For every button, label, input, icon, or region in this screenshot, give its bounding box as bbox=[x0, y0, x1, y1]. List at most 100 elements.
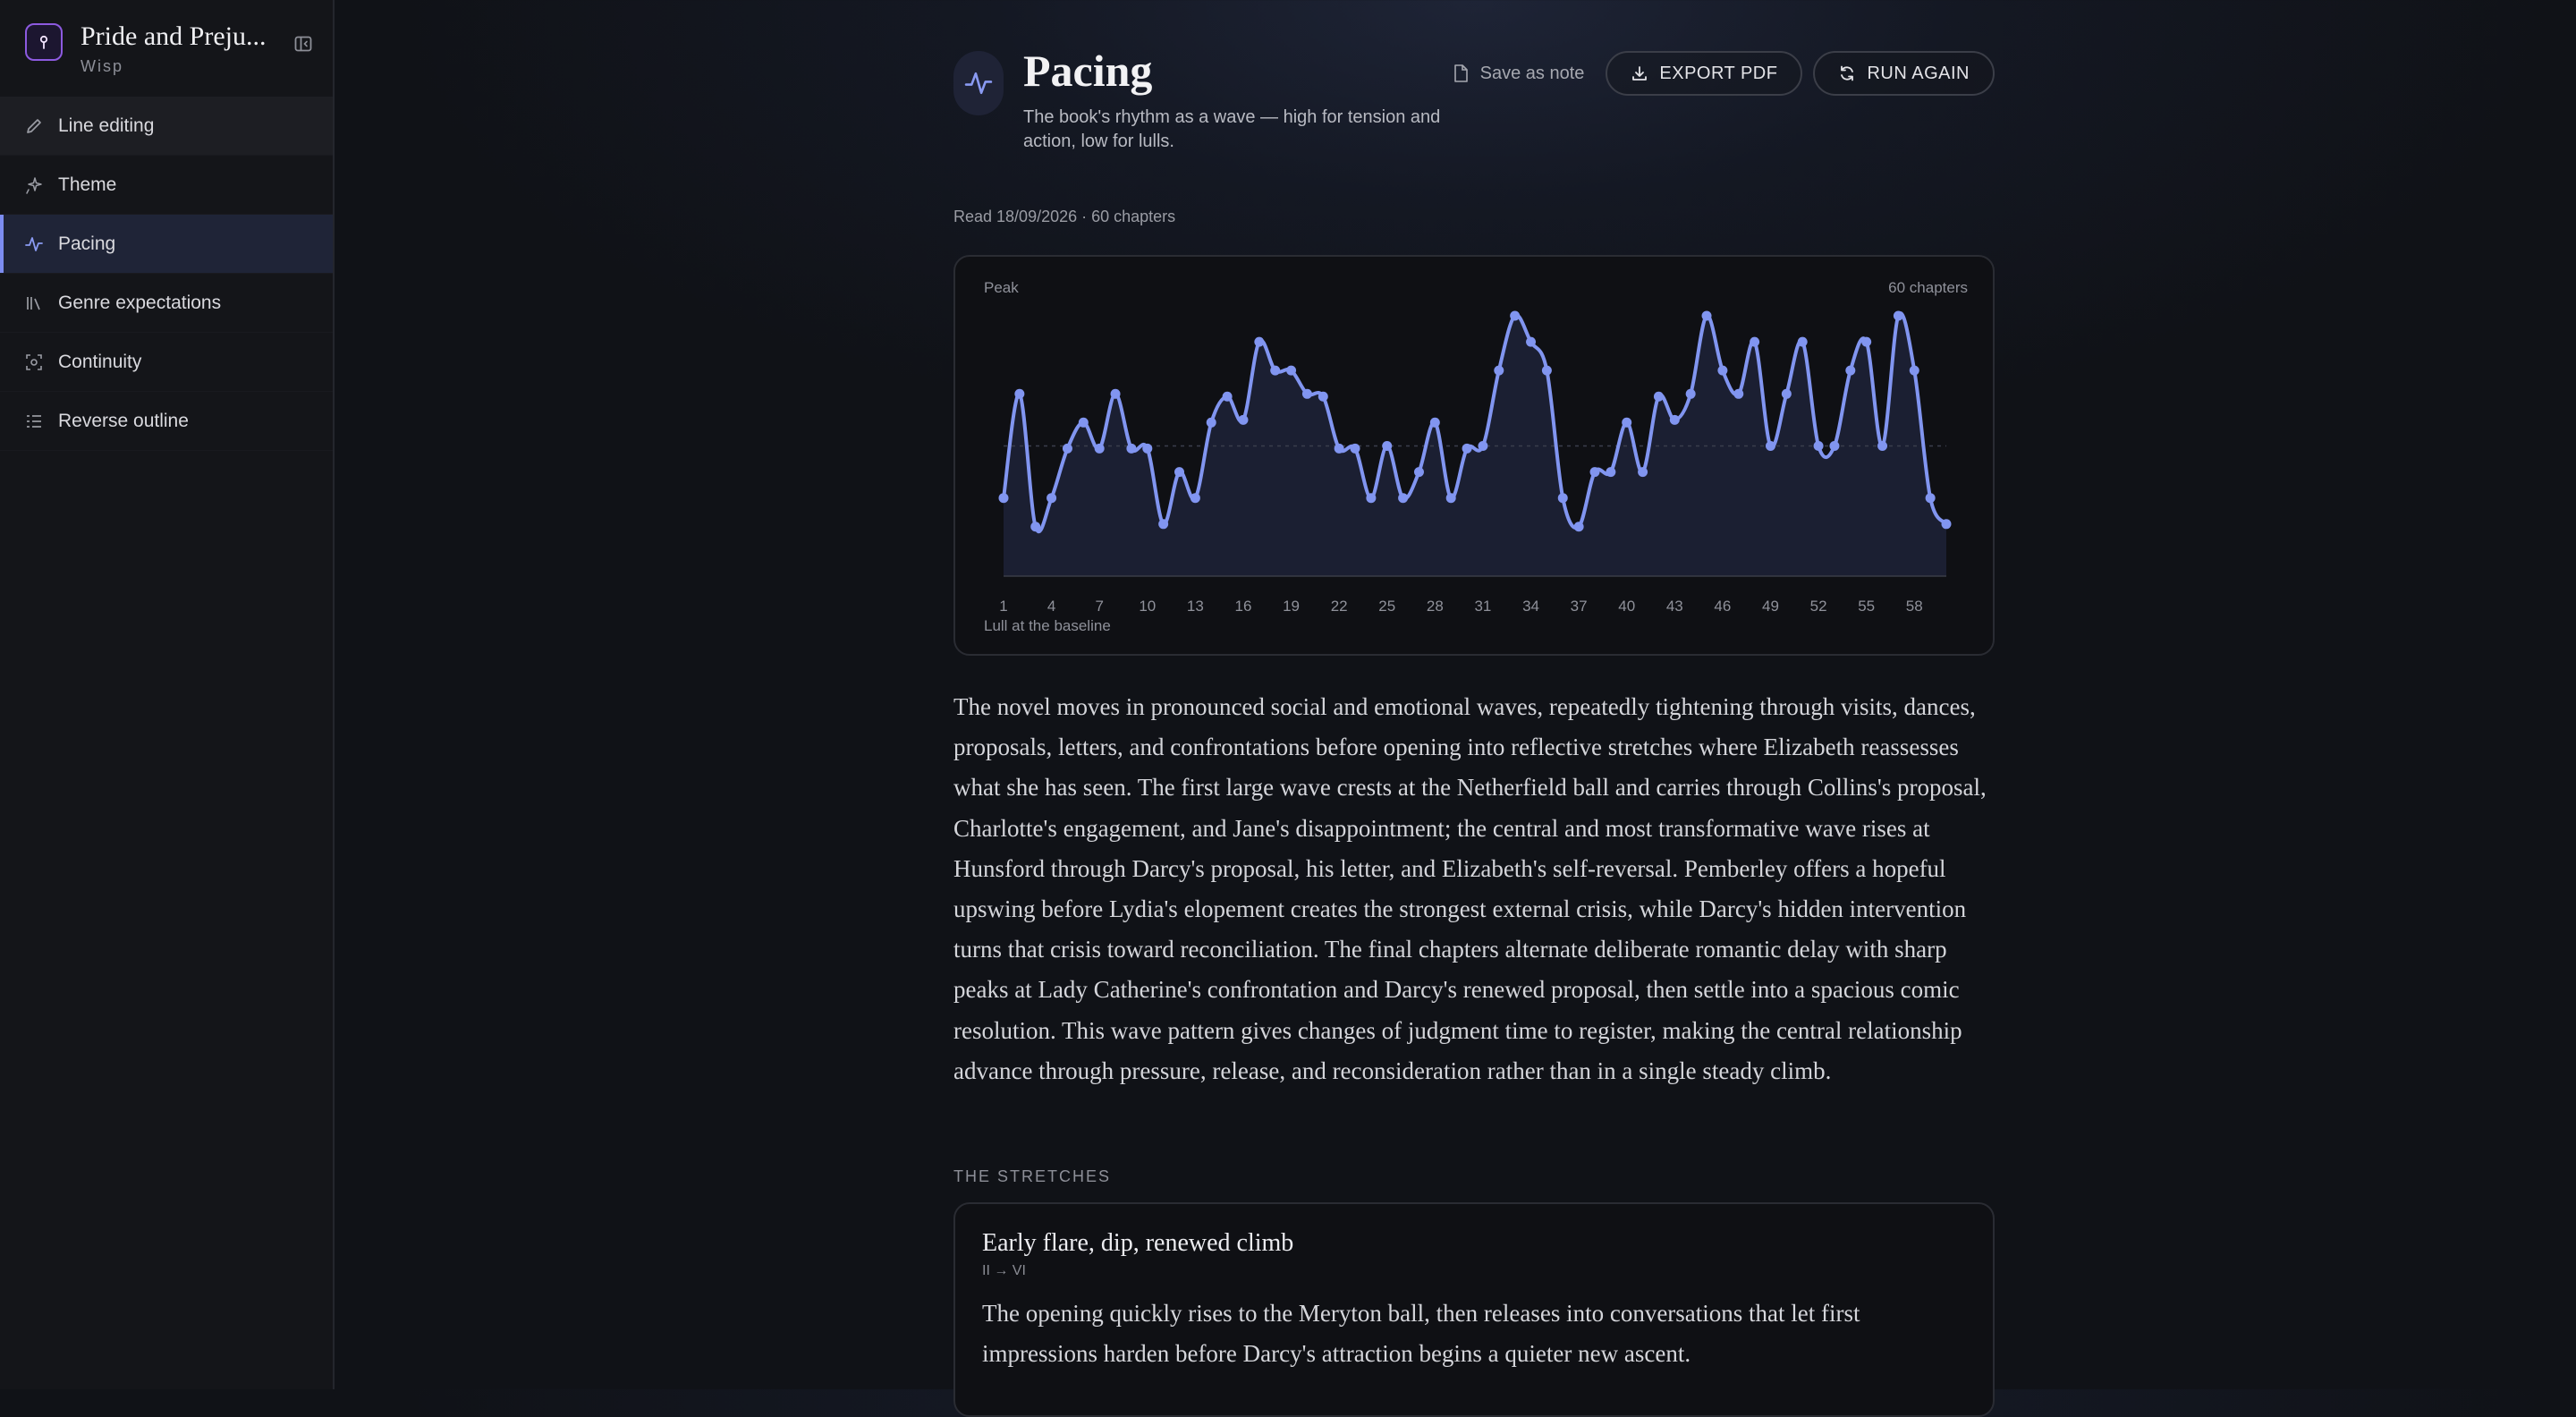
chart-point bbox=[1301, 388, 1312, 399]
chart-x-tick-label: 43 bbox=[1666, 598, 1683, 615]
chart-point bbox=[1829, 441, 1840, 451]
chart-point bbox=[1158, 519, 1169, 530]
sidebar-item-label: Reverse outline bbox=[58, 410, 189, 431]
sidebar-item-continuity[interactable]: Continuity bbox=[0, 333, 333, 392]
chart-point bbox=[1877, 441, 1888, 451]
chart-chapter-count-label: 60 chapters bbox=[1888, 279, 1968, 296]
chart-point bbox=[1765, 441, 1775, 451]
pulse-icon bbox=[24, 234, 44, 254]
header-actions: Save as note EXPORT PDF RUN AGAIN bbox=[1452, 51, 1995, 96]
chart-point bbox=[1445, 493, 1456, 504]
chart-point bbox=[1462, 443, 1472, 454]
chart-point bbox=[1813, 441, 1824, 451]
stretch-range: II → VI bbox=[982, 1263, 1026, 1278]
chart-x-tick-label: 1 bbox=[999, 598, 1007, 615]
chart-point bbox=[1046, 493, 1057, 504]
chart-point bbox=[1573, 522, 1584, 532]
chart-point bbox=[998, 493, 1009, 504]
chart-point bbox=[1318, 391, 1328, 402]
pacing-chart: 1 4 7 10 13 16 19 22 25 28 31 34 37 40 43 46 49 52 55 58 Pea… bbox=[984, 279, 1968, 634]
scan-icon bbox=[24, 352, 44, 372]
stretches-heading: THE STRETCHES bbox=[953, 1167, 1112, 1185]
chart-x-tick-label: 58 bbox=[1906, 598, 1923, 615]
chart-x-tick-label: 37 bbox=[1571, 598, 1588, 615]
chart-x-tick-label: 25 bbox=[1378, 598, 1395, 615]
sidebar-item-reverse-outline[interactable]: Reverse outline bbox=[0, 392, 333, 451]
chart-point bbox=[1366, 493, 1377, 504]
chart-point bbox=[1845, 365, 1856, 376]
chart-peak-label: Peak bbox=[984, 279, 1019, 296]
chart-x-tick-label: 22 bbox=[1331, 598, 1348, 615]
sidebar-item-label: Line editing bbox=[58, 115, 155, 136]
chart-point bbox=[1238, 414, 1249, 425]
chart-point bbox=[1126, 443, 1137, 454]
chart-point bbox=[1030, 522, 1041, 532]
chart-x-tick-label: 40 bbox=[1618, 598, 1635, 615]
note-icon bbox=[1453, 64, 1468, 82]
chart-x-tick-label: 31 bbox=[1474, 598, 1491, 615]
brand: Pride and Preju... Wisp bbox=[25, 21, 320, 77]
chart-point bbox=[1190, 493, 1200, 504]
sparkle-icon bbox=[24, 175, 44, 195]
chart-x-tick-label: 16 bbox=[1235, 598, 1252, 615]
wisp-logo-icon[interactable] bbox=[25, 23, 63, 61]
run-again-button[interactable]: RUN AGAIN bbox=[1813, 51, 1995, 96]
library-icon bbox=[24, 293, 44, 313]
chart-point bbox=[1062, 443, 1072, 454]
chart-lull-label: Lull at the baseline bbox=[984, 617, 1111, 634]
chart-x-tick-label: 34 bbox=[1522, 598, 1539, 615]
sidebar-toggle-icon bbox=[294, 36, 312, 52]
chart-x-tick-label: 28 bbox=[1427, 598, 1444, 615]
stretch-body: The opening quickly rises to the Meryton… bbox=[982, 1300, 1860, 1367]
chart-point bbox=[1350, 443, 1360, 454]
chart-x-tick-label: 46 bbox=[1714, 598, 1731, 615]
chart-point bbox=[1413, 467, 1424, 478]
chart-point bbox=[1541, 365, 1552, 376]
chart-point bbox=[1429, 417, 1440, 428]
chart-point bbox=[1653, 391, 1664, 402]
chart-point bbox=[1206, 417, 1216, 428]
chart-point bbox=[1254, 336, 1265, 347]
pacing-summary: The novel moves in pronounced social and… bbox=[953, 693, 1987, 1084]
chart-point bbox=[1669, 414, 1680, 425]
sidebar-item-label: Genre expectations bbox=[58, 292, 222, 313]
chart-point bbox=[1270, 365, 1281, 376]
chart-point bbox=[1510, 310, 1521, 321]
sidebar-item-genre-expectations[interactable]: Genre expectations bbox=[0, 274, 333, 333]
sidebar-item-line-editing[interactable]: Line editing bbox=[0, 97, 333, 156]
chart-point bbox=[1494, 365, 1504, 376]
chart-point bbox=[1142, 443, 1153, 454]
read-meta: Read 18/09/2026 · 60 chapters bbox=[953, 208, 1176, 225]
sidebar-item-theme[interactable]: Theme bbox=[0, 156, 333, 215]
sidebar-nav: Line editing Theme Pacing Genre expectat… bbox=[0, 97, 333, 451]
chart-point bbox=[1334, 443, 1344, 454]
chart-point bbox=[1701, 310, 1712, 321]
stretch-card[interactable]: Early flare, dip, renewed climb II → VI … bbox=[953, 1202, 1995, 1417]
chart-point bbox=[1685, 388, 1696, 399]
sidebar: Pride and Preju... Wisp Line editing The… bbox=[0, 0, 335, 1389]
chart-x-tick-label: 52 bbox=[1810, 598, 1827, 615]
export-pdf-label: EXPORT PDF bbox=[1659, 63, 1778, 83]
chart-point bbox=[1174, 467, 1185, 478]
chart-point bbox=[1717, 365, 1728, 376]
stretch-title: Early flare, dip, renewed climb bbox=[982, 1229, 1294, 1257]
collapse-sidebar-button[interactable] bbox=[288, 29, 318, 59]
chart-x-tick-label: 10 bbox=[1139, 598, 1156, 615]
chart-point bbox=[1094, 443, 1105, 454]
sidebar-item-pacing[interactable]: Pacing bbox=[0, 215, 333, 274]
pacing-page-icon bbox=[953, 51, 1004, 115]
chart-point bbox=[1286, 365, 1297, 376]
export-pdf-button[interactable]: EXPORT PDF bbox=[1606, 51, 1803, 96]
chart-point bbox=[1398, 493, 1409, 504]
chart-point bbox=[1925, 493, 1936, 504]
sidebar-item-label: Continuity bbox=[58, 351, 142, 372]
chart-point bbox=[1733, 388, 1744, 399]
chart-x-tick-label: 4 bbox=[1047, 598, 1055, 615]
chart-point bbox=[1781, 388, 1792, 399]
chart-point bbox=[1014, 388, 1025, 399]
save-as-note-button[interactable]: Save as note bbox=[1452, 64, 1584, 84]
chart-x-tick-label: 13 bbox=[1187, 598, 1204, 615]
chart-point bbox=[1638, 467, 1648, 478]
chart-x-tick-label: 19 bbox=[1283, 598, 1300, 615]
chart-point bbox=[1078, 417, 1089, 428]
